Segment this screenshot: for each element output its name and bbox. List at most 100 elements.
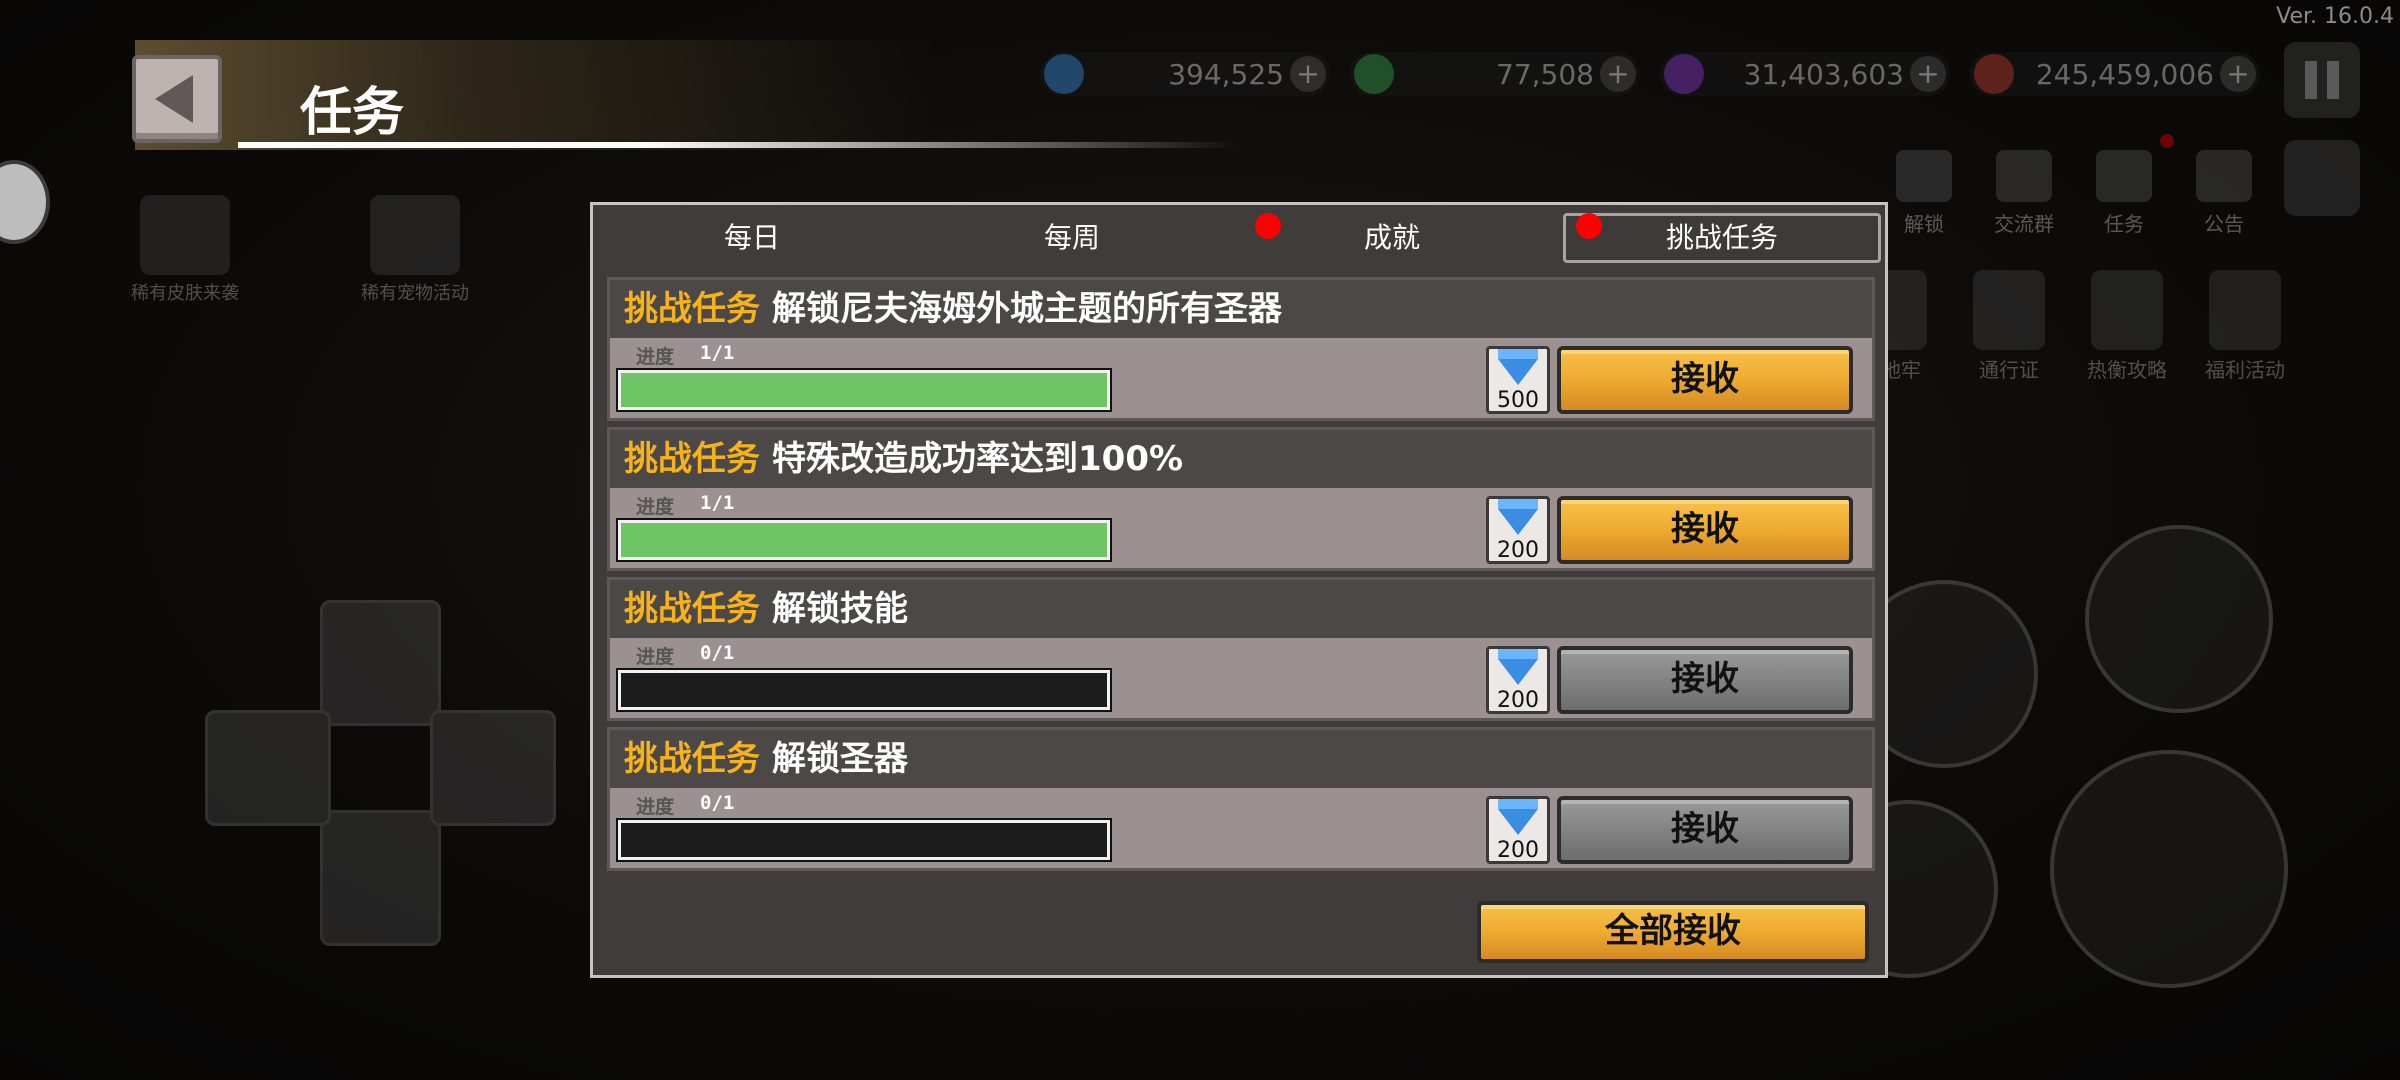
tab-daily[interactable]: 每日 bbox=[593, 213, 911, 263]
notification-dot bbox=[2160, 134, 2174, 148]
currency-purple-crystal: 31,403,603 + bbox=[1660, 52, 1950, 96]
menu-label: 交流群 bbox=[1994, 212, 2054, 236]
progress-value: 0/1 bbox=[700, 792, 735, 814]
attack-button[interactable] bbox=[2050, 750, 2288, 988]
quest-name: 解锁尼夫海姆外城主题的所有圣器 bbox=[772, 289, 1282, 329]
tab-achievement[interactable]: 成就 bbox=[1233, 213, 1551, 263]
quest-name: 特殊改造成功率达到100% bbox=[772, 439, 1184, 479]
skill-button[interactable] bbox=[2085, 525, 2273, 713]
quest-list[interactable]: 挑战任务 解锁尼夫海姆外城主题的所有圣器 进度 1/1 500 接收 挑战任务 特殊… bbox=[607, 277, 1875, 883]
event-item-welfare[interactable]: 福利活动 bbox=[2200, 270, 2290, 383]
claim-button[interactable]: 接收 bbox=[1557, 496, 1853, 564]
tab-challenge[interactable]: 挑战任务 bbox=[1563, 213, 1881, 263]
claim-button[interactable]: 接收 bbox=[1557, 346, 1853, 414]
menu-list-button[interactable] bbox=[2284, 140, 2360, 216]
event-item-guide[interactable]: 热衡攻略 bbox=[2082, 270, 2172, 383]
diamond-icon bbox=[1498, 649, 1538, 685]
claim-button[interactable]: 接收 bbox=[1557, 646, 1853, 714]
menu-item-notice[interactable]: 公告 bbox=[2188, 150, 2260, 237]
menu-label: 公告 bbox=[2204, 212, 2244, 236]
pass-icon bbox=[1973, 270, 2045, 350]
reward-amount: 200 bbox=[1497, 838, 1539, 863]
notice-icon bbox=[2196, 150, 2252, 202]
progress-value: 0/1 bbox=[700, 642, 735, 664]
quest-header: 挑战任务 解锁尼夫海姆外城主题的所有圣器 bbox=[610, 280, 1872, 338]
title-underline bbox=[238, 142, 1238, 148]
dpad-down[interactable] bbox=[320, 810, 441, 946]
menu-label: 解锁 bbox=[1904, 212, 1944, 236]
community-icon bbox=[1996, 150, 2052, 202]
dpad-right[interactable] bbox=[430, 710, 556, 826]
challenge-badge bbox=[1576, 213, 1602, 239]
event-label: 稀有宠物活动 bbox=[361, 283, 469, 304]
event-pet[interactable]: 稀有宠物活动 bbox=[340, 195, 490, 305]
progress-bar bbox=[618, 370, 1110, 410]
progress-bar bbox=[618, 820, 1110, 860]
gift-icon bbox=[2209, 270, 2281, 350]
purple-crystal-icon bbox=[1664, 54, 1704, 94]
quest-row: 挑战任务 解锁技能 进度 0/1 200 接收 bbox=[607, 577, 1875, 721]
quest-tag: 挑战任务 bbox=[624, 589, 760, 629]
reward-slot[interactable]: 200 bbox=[1486, 646, 1550, 714]
menu-item-community[interactable]: 交流群 bbox=[1988, 150, 2060, 237]
add-currency-button[interactable]: + bbox=[1600, 56, 1636, 92]
tab-weekly[interactable]: 每周 bbox=[913, 213, 1231, 263]
quest-tabs: 每日 每周 成就 挑战任务 bbox=[593, 205, 1885, 265]
skin-icon bbox=[140, 195, 230, 275]
version-label: Ver. 16.0.4 bbox=[2276, 4, 2394, 29]
quest-tag: 挑战任务 bbox=[624, 439, 760, 479]
menu-item-quests[interactable]: 任务 bbox=[2088, 150, 2160, 237]
left-event-icons: 稀有皮肤来袭 稀有宠物活动 bbox=[110, 195, 490, 305]
quest-header: 挑战任务 解锁技能 bbox=[610, 580, 1872, 638]
dpad-up[interactable] bbox=[320, 600, 441, 726]
reward-amount: 200 bbox=[1497, 688, 1539, 713]
dpad[interactable] bbox=[200, 590, 560, 950]
reward-slot[interactable]: 500 bbox=[1486, 346, 1550, 414]
green-coin-icon bbox=[1354, 54, 1394, 94]
menu-label: 任务 bbox=[2104, 212, 2144, 236]
currency-value: 245,459,006 bbox=[2035, 57, 2214, 91]
progress-value: 1/1 bbox=[700, 342, 735, 364]
back-button[interactable] bbox=[132, 55, 222, 143]
progress-label: 进度 bbox=[636, 346, 675, 368]
top-menu: 解锁 交流群 任务 公告 bbox=[1888, 150, 2260, 237]
event-label: 稀有皮肤来袭 bbox=[131, 283, 239, 304]
quest-name: 解锁圣器 bbox=[772, 739, 908, 779]
pause-button[interactable] bbox=[2284, 42, 2360, 118]
progress-value: 1/1 bbox=[700, 492, 735, 514]
event-skin[interactable]: 稀有皮肤来袭 bbox=[110, 195, 260, 305]
quest-row: 挑战任务 解锁圣器 进度 0/1 200 接收 bbox=[607, 727, 1875, 871]
diamond-icon bbox=[1498, 349, 1538, 385]
currency-bar: 394,525 + 77,508 + 31,403,603 + 245,459,… bbox=[1040, 52, 2260, 96]
diamond-icon bbox=[1498, 799, 1538, 835]
progress-label: 进度 bbox=[636, 496, 675, 518]
reward-slot[interactable]: 200 bbox=[1486, 796, 1550, 864]
reward-slot[interactable]: 200 bbox=[1486, 496, 1550, 564]
guide-icon bbox=[2091, 270, 2163, 350]
quest-tag: 挑战任务 bbox=[624, 739, 760, 779]
progress-fill bbox=[621, 373, 1107, 407]
progress-label: 进度 bbox=[636, 646, 675, 668]
currency-diamond: 394,525 + bbox=[1040, 52, 1330, 96]
page-title: 任务 bbox=[300, 83, 405, 143]
achievement-badge bbox=[1255, 213, 1281, 239]
chat-bubble-icon bbox=[2096, 150, 2152, 202]
add-currency-button[interactable]: + bbox=[2220, 56, 2256, 92]
add-currency-button[interactable]: + bbox=[1910, 56, 1946, 92]
menu-item-unlock[interactable]: 解锁 bbox=[1888, 150, 1960, 237]
quest-header: 挑战任务 特殊改造成功率达到100% bbox=[610, 430, 1872, 488]
diamond-icon bbox=[1498, 499, 1538, 535]
claim-button[interactable]: 接收 bbox=[1557, 796, 1853, 864]
progress-bar bbox=[618, 520, 1110, 560]
dpad-left[interactable] bbox=[205, 710, 331, 826]
header-banner bbox=[135, 40, 935, 150]
diamond-icon bbox=[1044, 54, 1084, 94]
quest-tag: 挑战任务 bbox=[624, 289, 760, 329]
currency-value: 31,403,603 bbox=[1743, 57, 1904, 91]
event-item-pass[interactable]: 通行证 bbox=[1964, 270, 2054, 383]
claim-all-button[interactable]: 全部接收 bbox=[1477, 901, 1869, 963]
reward-amount: 200 bbox=[1497, 538, 1539, 563]
currency-green-coin: 77,508 + bbox=[1350, 52, 1640, 96]
unlock-icon bbox=[1896, 150, 1952, 202]
add-currency-button[interactable]: + bbox=[1290, 56, 1326, 92]
